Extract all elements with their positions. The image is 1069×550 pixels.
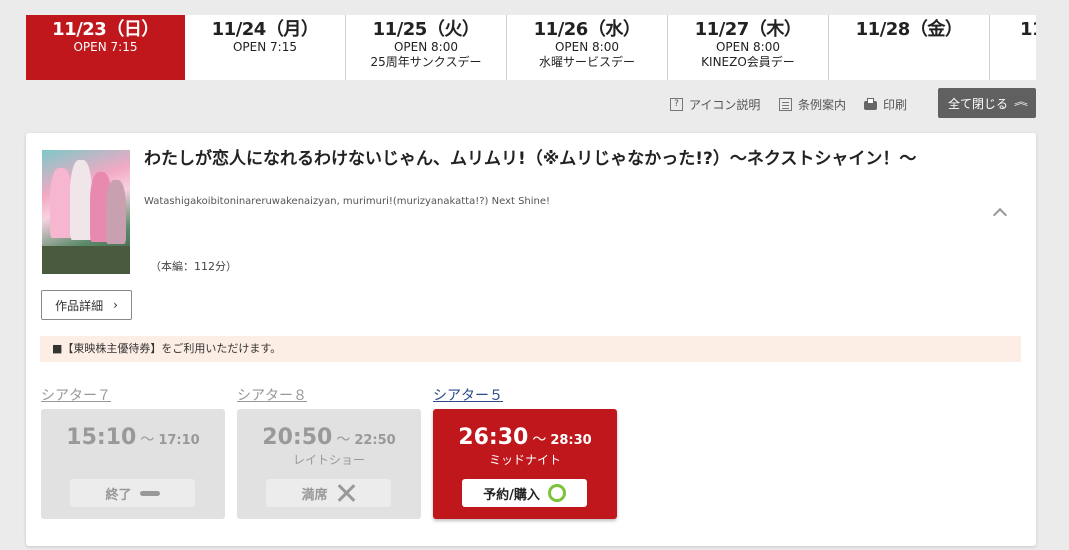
date-tab-open-time: OPEN 8:00	[393, 40, 458, 54]
help-icon: ?	[670, 98, 683, 111]
date-tab-11-24[interactable]: 11/24（月） OPEN 7:15	[185, 15, 346, 80]
close-all-button[interactable]: 全て閉じる ︽	[938, 88, 1036, 118]
date-tab-date: 11/23（日）	[52, 19, 159, 40]
theater-label-7[interactable]: シアター７	[41, 385, 111, 405]
icon-help-label: アイコン説明	[689, 98, 761, 112]
date-tab-event: 水曜サービスデー	[538, 55, 635, 69]
showtime-start: 15:10	[66, 425, 137, 450]
date-tab-open-time: OPEN 8:00	[554, 40, 619, 54]
date-tab-11-28[interactable]: 11/28（金）	[829, 15, 990, 80]
dash-icon	[139, 490, 160, 496]
movie-detail-button[interactable]: 作品詳細 ›	[41, 290, 132, 320]
print-label: 印刷	[883, 98, 908, 112]
showtime-note: ミッドナイト	[488, 453, 561, 467]
date-tab-next-partial[interactable]: 11	[990, 15, 1036, 80]
showtime-card-3[interactable]: 26:30 ～ 28:30 ミッドナイト 予約/購入	[433, 409, 617, 519]
movie-title-roman: Watashigakoibitoninareruwakenaizyan, mur…	[144, 196, 551, 207]
date-tab-event: KINEZO会員デー	[701, 55, 795, 69]
showtime-card-2: 20:50 ～ 22:50 レイトショー 満席	[237, 409, 421, 519]
date-tab-11-26[interactable]: 11/26（水） OPEN 8:00 水曜サービスデー	[507, 15, 668, 80]
date-tab-bar: 11/23（日） OPEN 7:15 11/24（月） OPEN 7:15 11…	[26, 15, 1036, 80]
date-tab-open-time: OPEN 7:15	[73, 40, 138, 54]
time-separator: ～	[532, 432, 547, 448]
showtime-start: 20:50	[262, 425, 333, 450]
date-tab-date: 11	[1020, 19, 1036, 40]
showtime-card-1: 15:10 ～ 17:10 終了	[41, 409, 225, 519]
date-tab-date: 11/24（月）	[211, 19, 319, 40]
shareholder-notice: ■【東映株主優待券】をご利用いただけます。	[40, 336, 1021, 362]
date-tab-date: 11/27（木）	[694, 19, 802, 40]
terms-label: 条例案内	[798, 98, 847, 112]
cross-icon	[336, 483, 356, 503]
date-tab-open-time: OPEN 7:15	[232, 40, 297, 54]
showtime-end: 17:10	[158, 433, 200, 448]
terms-link[interactable]: 条例案内	[779, 96, 846, 113]
date-tab-open-time: OPEN 8:00	[715, 40, 780, 54]
toolbar: ? アイコン説明 条例案内 印刷 全て閉じる ︽	[0, 88, 1069, 118]
document-icon	[779, 98, 792, 111]
movie-poster	[42, 150, 130, 274]
printer-icon	[864, 98, 877, 110]
date-tab-event: 25周年サンクスデー	[370, 55, 482, 69]
circle-available-icon	[547, 484, 566, 502]
date-tab-date: 11/28（金）	[855, 19, 963, 40]
date-tab-11-25[interactable]: 11/25（火） OPEN 8:00 25周年サンクスデー	[346, 15, 507, 80]
print-link[interactable]: 印刷	[864, 96, 907, 113]
movie-detail-label: 作品詳細	[55, 298, 104, 313]
date-tab-date: 11/26（水）	[533, 19, 641, 40]
date-tab-date: 11/25（火）	[372, 19, 480, 40]
showtime-status-full: 満席	[266, 479, 391, 507]
showtime-end: 22:50	[354, 433, 396, 448]
movie-runtime: （本編：112分）	[150, 260, 237, 273]
collapse-chevron-up-icon[interactable]	[992, 205, 1006, 219]
time-separator: ～	[140, 432, 155, 448]
date-tab-11-27[interactable]: 11/27（木） OPEN 8:00 KINEZO会員デー	[668, 15, 829, 80]
time-separator: ～	[336, 432, 351, 448]
theater-label-8[interactable]: シアター８	[237, 385, 307, 405]
showtime-status-ended: 終了	[70, 479, 195, 507]
double-chevron-up-icon: ︽	[1014, 97, 1028, 108]
chevron-right-icon: ›	[113, 298, 118, 312]
status-label: 予約/購入	[483, 487, 540, 503]
status-label: 終了	[105, 487, 132, 503]
theater-label-5[interactable]: シアター５	[433, 385, 503, 405]
icon-help-link[interactable]: ? アイコン説明	[670, 96, 760, 113]
movie-card: わたしが恋人になれるわけないじゃん、ムリムリ!（※ムリじゃなかった!?）～ネクス…	[26, 133, 1036, 546]
close-all-label: 全て閉じる	[947, 96, 1008, 111]
date-tab-11-23[interactable]: 11/23（日） OPEN 7:15	[26, 15, 185, 80]
showtime-start: 26:30	[458, 425, 529, 450]
movie-title: わたしが恋人になれるわけないじゃん、ムリムリ!（※ムリじゃなかった!?）～ネクス…	[144, 149, 917, 169]
showtime-end: 28:30	[550, 433, 592, 448]
showtime-note	[41, 452, 225, 468]
reserve-purchase-button[interactable]: 予約/購入	[462, 479, 587, 507]
status-label: 満席	[301, 487, 328, 503]
showtime-note: レイトショー	[292, 453, 365, 467]
